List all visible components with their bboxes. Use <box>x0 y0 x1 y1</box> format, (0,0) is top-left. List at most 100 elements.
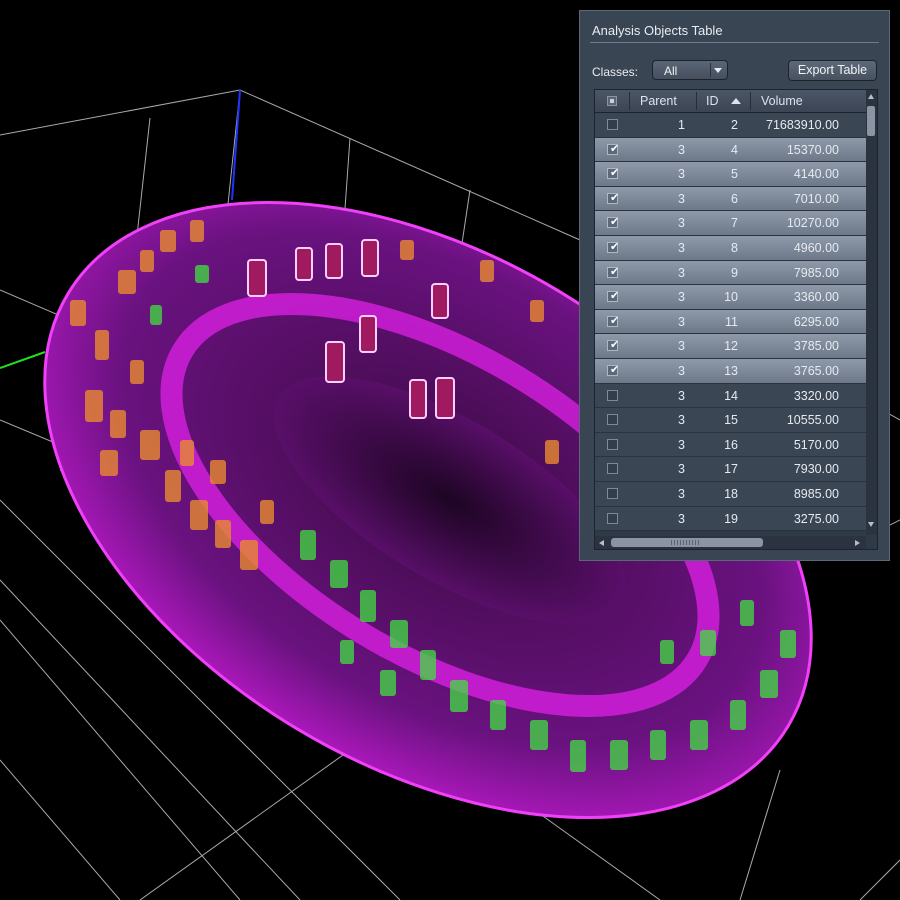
cell-volume: 7930.00 <box>793 462 839 477</box>
table-row[interactable]: 1 2 71683910.00 <box>595 113 866 138</box>
classes-dropdown-value: All <box>664 64 678 78</box>
cell-volume: 71683910.00 <box>766 118 839 132</box>
table-body: 1 2 71683910.00 ✔ 3 4 15370.00 ✔ 3 5 4140.00 ✔ 3 6 701… <box>595 113 866 535</box>
cell-id: 12 <box>724 339 738 354</box>
row-checkbox[interactable] <box>607 438 618 450</box>
scroll-left-icon[interactable] <box>599 540 604 546</box>
checkmark-icon: ✔ <box>610 166 620 180</box>
table-row[interactable]: 3 16 5170.00 <box>595 432 866 458</box>
scroll-up-icon[interactable] <box>868 94 874 99</box>
column-header-volume[interactable]: Volume <box>761 90 803 112</box>
table-row[interactable]: 3 15 10555.00 <box>595 408 866 433</box>
y-axis <box>0 351 46 369</box>
cell-volume: 3785.00 <box>793 339 839 354</box>
dropdown-separator <box>710 63 711 77</box>
analysis-objects-panel: Analysis Objects Table Classes: All Expo… <box>579 10 890 561</box>
select-all-checkbox[interactable] <box>607 96 617 106</box>
vertical-scroll-thumb[interactable] <box>867 106 875 136</box>
row-checkbox[interactable]: ✔ <box>607 240 619 253</box>
row-checkbox[interactable]: ✔ <box>607 166 620 180</box>
table-row[interactable]: 3 17 7930.00 <box>595 457 866 482</box>
table-row[interactable]: 3 14 3320.00 <box>595 383 866 409</box>
row-checkbox[interactable] <box>607 487 618 499</box>
row-checkbox[interactable]: ✔ <box>607 191 619 204</box>
row-checkbox[interactable]: ✔ <box>607 289 620 303</box>
table-row[interactable]: ✔ 3 13 3765.00 <box>595 358 866 384</box>
column-separator <box>696 92 697 110</box>
cell-volume: 4960.00 <box>793 240 839 255</box>
cell-id: 7 <box>731 216 738 231</box>
export-table-button[interactable]: Export Table <box>788 60 877 81</box>
cell-id: 14 <box>724 388 738 403</box>
scroll-right-icon[interactable] <box>855 540 860 546</box>
cell-parent: 3 <box>678 339 685 354</box>
table-row[interactable]: ✔ 3 5 4140.00 <box>595 162 866 187</box>
row-checkbox[interactable] <box>607 463 618 475</box>
row-checkbox[interactable] <box>607 414 618 426</box>
cell-volume: 8985.00 <box>793 486 839 501</box>
horizontal-scroll-thumb[interactable] <box>611 538 763 547</box>
cell-volume: 6295.00 <box>793 314 839 329</box>
row-checkbox[interactable]: ✔ <box>607 215 620 229</box>
checkmark-icon: ✔ <box>610 141 620 155</box>
scroll-down-icon[interactable] <box>868 522 874 527</box>
row-checkbox[interactable] <box>607 512 618 524</box>
horizontal-scrollbar[interactable] <box>595 536 866 549</box>
table-row[interactable]: 3 19 3275.00 <box>595 506 866 532</box>
cell-id: 19 <box>724 511 738 526</box>
table-row[interactable]: ✔ 3 10 3360.00 <box>595 285 866 310</box>
cell-parent: 3 <box>678 290 685 305</box>
table-row[interactable]: ✔ 3 7 10270.00 <box>595 211 866 236</box>
checkmark-icon: ✔ <box>610 313 620 327</box>
row-checkbox[interactable] <box>607 389 618 401</box>
objects-table: Parent ID Volume 1 2 71683910.00 ✔ 3 4 15370.0… <box>594 89 878 550</box>
table-row[interactable]: 3 18 8985.00 <box>595 481 866 507</box>
cell-id: 4 <box>731 142 738 157</box>
checkmark-icon: ✔ <box>610 264 620 278</box>
cell-volume: 4140.00 <box>793 167 839 182</box>
checkmark-icon: ✔ <box>610 215 620 229</box>
cell-parent: 3 <box>678 314 685 329</box>
classes-label: Classes: <box>592 65 639 79</box>
cell-id: 16 <box>724 437 738 452</box>
cell-parent: 3 <box>678 240 685 255</box>
table-row[interactable]: ✔ 3 4 15370.00 <box>595 137 866 163</box>
vertical-scrollbar[interactable] <box>866 90 877 535</box>
cell-id: 2 <box>731 118 738 132</box>
classes-dropdown[interactable]: All <box>652 60 728 80</box>
column-separator <box>750 92 751 110</box>
cell-id: 11 <box>725 314 738 329</box>
row-checkbox[interactable]: ✔ <box>607 313 620 327</box>
checkmark-icon: ✔ <box>610 338 620 352</box>
cell-id: 9 <box>731 265 738 280</box>
cell-id: 15 <box>724 413 738 428</box>
row-checkbox[interactable]: ✔ <box>607 363 619 376</box>
cell-parent: 3 <box>678 265 685 280</box>
table-row[interactable]: ✔ 3 8 4960.00 <box>595 235 866 261</box>
cell-parent: 3 <box>678 437 685 452</box>
cell-volume: 7985.00 <box>793 265 839 280</box>
cell-volume: 10270.00 <box>786 216 839 231</box>
cell-parent: 3 <box>678 462 685 477</box>
table-row[interactable]: ✔ 3 6 7010.00 <box>595 186 866 212</box>
table-row[interactable]: ✔ 3 9 7985.00 <box>595 260 866 286</box>
cell-parent: 3 <box>678 363 685 378</box>
row-checkbox[interactable]: ✔ <box>607 141 620 155</box>
cell-id: 6 <box>731 191 738 206</box>
cell-id: 10 <box>724 290 738 305</box>
cell-parent: 3 <box>678 167 685 182</box>
cell-volume: 7010.00 <box>793 191 839 206</box>
row-checkbox[interactable]: ✔ <box>607 338 620 352</box>
scroll-grip <box>671 540 701 545</box>
cell-id: 17 <box>724 462 738 477</box>
cell-parent: 1 <box>678 118 685 132</box>
column-header-id[interactable]: ID <box>706 90 719 112</box>
row-checkbox[interactable] <box>607 119 618 130</box>
cell-id: 5 <box>731 167 738 182</box>
cell-parent: 3 <box>678 216 685 231</box>
column-header-parent[interactable]: Parent <box>640 90 677 112</box>
table-row[interactable]: ✔ 3 11 6295.00 <box>595 309 866 335</box>
checkmark-icon: ✔ <box>610 289 620 303</box>
row-checkbox[interactable]: ✔ <box>607 264 620 278</box>
table-row[interactable]: ✔ 3 12 3785.00 <box>595 334 866 359</box>
